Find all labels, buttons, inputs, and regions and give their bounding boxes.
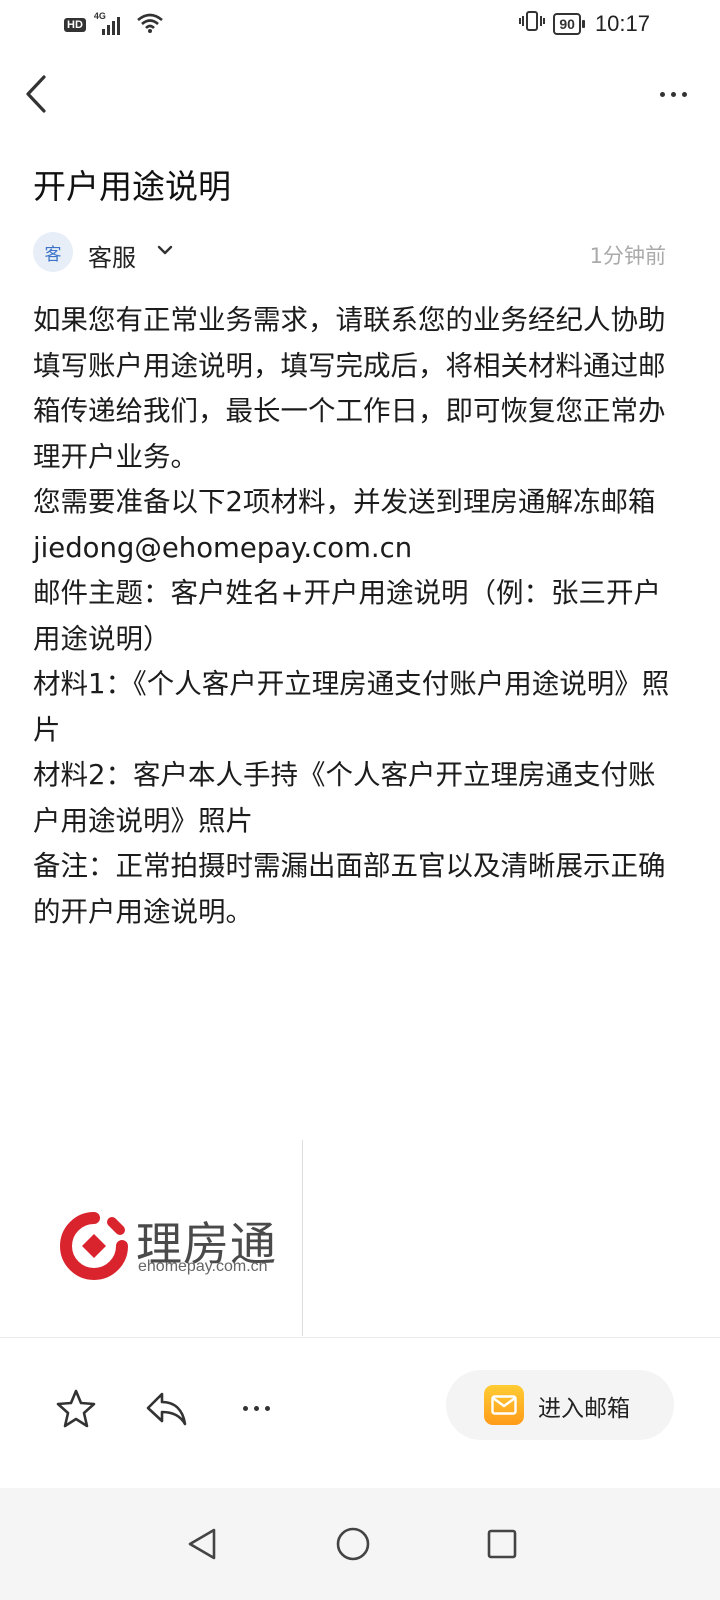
- body-paragraph: 邮件主题：客户姓名+开户用途说明（例：张三开户用途说明）: [33, 577, 662, 655]
- more-dot: [242, 1405, 248, 1411]
- more-dot: [264, 1405, 270, 1411]
- back-button[interactable]: [22, 72, 62, 116]
- status-left: HD 4G: [64, 11, 164, 38]
- action-bar: 进入邮箱: [0, 1338, 720, 1488]
- sent-time: 1分钟前: [589, 244, 666, 268]
- more-dot: [670, 91, 676, 97]
- network-type: 4G: [93, 11, 106, 21]
- status-right: 90 10:17: [519, 10, 650, 37]
- battery-icon: 90: [553, 12, 585, 35]
- body-paragraph: 备注：正常拍摄时需漏出面部五官以及清晰展示正确的开户用途说明。: [33, 850, 666, 928]
- vibrate-icon: [519, 10, 546, 37]
- hd-badge: HD: [64, 18, 86, 32]
- signal-icon: 4G: [93, 11, 128, 37]
- wifi-icon: [136, 12, 164, 38]
- email-body: 如果您有正常业务需求，请联系您的业务经纪人协助填写账户用途说明，填写完成后，将相…: [33, 298, 681, 935]
- chevron-down-icon[interactable]: [155, 240, 175, 260]
- sender-row: 客 客服 1分钟前: [33, 232, 688, 276]
- body-paragraph: 您需要准备以下2项材料，并发送到理房通解冻邮箱jiedong@ehomepay.…: [33, 486, 656, 564]
- star-icon[interactable]: [54, 1386, 98, 1430]
- body-paragraph: 如果您有正常业务需求，请联系您的业务经纪人协助填写账户用途说明，填写完成后，将相…: [33, 304, 666, 473]
- logo-divider: [302, 1140, 303, 1336]
- enter-mailbox-button[interactable]: 进入邮箱: [446, 1370, 674, 1440]
- more-horizontal-icon: [659, 91, 665, 97]
- system-nav-bar: [0, 1488, 720, 1600]
- brand-logo: 理房通 ehomepay.com.cn: [60, 1208, 300, 1280]
- enter-mailbox-label: 进入邮箱: [538, 1396, 630, 1422]
- nav-back-icon[interactable]: [182, 1524, 222, 1564]
- nav-recents-icon[interactable]: [482, 1524, 522, 1564]
- body-paragraph: 材料1：《个人客户开立理房通支付账户用途说明》照片: [33, 668, 670, 746]
- clock: 10:17: [594, 10, 650, 36]
- email-subject: 开户用途说明: [33, 167, 231, 206]
- reply-icon[interactable]: [144, 1386, 188, 1430]
- more-dot: [253, 1405, 259, 1411]
- avatar[interactable]: 客: [33, 232, 73, 272]
- logo-mark-icon: [60, 1212, 128, 1280]
- more-options-button[interactable]: [648, 72, 698, 116]
- logo-domain: ehomepay.com.cn: [138, 1258, 268, 1275]
- mail-icon: [484, 1385, 524, 1425]
- status-bar: HD 4G 90 10:17: [0, 0, 720, 48]
- more-horizontal-icon[interactable]: [234, 1386, 278, 1430]
- nav-home-icon[interactable]: [333, 1524, 373, 1564]
- body-paragraph: 材料2：客户本人手持《个人客户开立理房通支付账户用途说明》照片: [33, 759, 656, 837]
- chevron-left-icon: [26, 75, 46, 113]
- sender-name[interactable]: 客服: [88, 238, 136, 273]
- more-dot: [681, 91, 687, 97]
